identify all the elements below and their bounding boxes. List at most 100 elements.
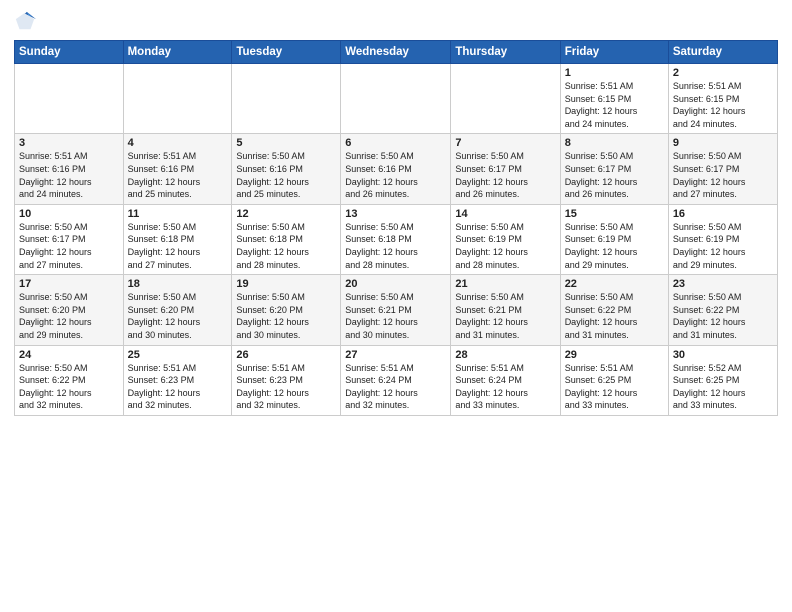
weekday-friday: Friday bbox=[560, 41, 668, 64]
day-number: 15 bbox=[565, 208, 664, 220]
day-cell bbox=[123, 64, 232, 134]
day-info: Sunrise: 5:50 AMSunset: 6:22 PMDaylight:… bbox=[565, 291, 664, 341]
day-cell: 18Sunrise: 5:50 AMSunset: 6:20 PMDayligh… bbox=[123, 275, 232, 345]
weekday-thursday: Thursday bbox=[451, 41, 560, 64]
day-number: 23 bbox=[673, 278, 773, 290]
day-number: 17 bbox=[19, 278, 119, 290]
day-cell: 12Sunrise: 5:50 AMSunset: 6:18 PMDayligh… bbox=[232, 204, 341, 274]
day-number: 29 bbox=[565, 349, 664, 361]
day-info: Sunrise: 5:50 AMSunset: 6:19 PMDaylight:… bbox=[673, 221, 773, 271]
day-cell: 7Sunrise: 5:50 AMSunset: 6:17 PMDaylight… bbox=[451, 134, 560, 204]
day-info: Sunrise: 5:50 AMSunset: 6:22 PMDaylight:… bbox=[19, 362, 119, 412]
day-number: 7 bbox=[455, 137, 555, 149]
day-cell: 23Sunrise: 5:50 AMSunset: 6:22 PMDayligh… bbox=[668, 275, 777, 345]
day-cell: 2Sunrise: 5:51 AMSunset: 6:15 PMDaylight… bbox=[668, 64, 777, 134]
day-number: 1 bbox=[565, 67, 664, 79]
logo-icon bbox=[14, 10, 36, 32]
day-number: 5 bbox=[236, 137, 336, 149]
day-cell: 8Sunrise: 5:50 AMSunset: 6:17 PMDaylight… bbox=[560, 134, 668, 204]
day-cell: 15Sunrise: 5:50 AMSunset: 6:19 PMDayligh… bbox=[560, 204, 668, 274]
weekday-tuesday: Tuesday bbox=[232, 41, 341, 64]
day-cell: 21Sunrise: 5:50 AMSunset: 6:21 PMDayligh… bbox=[451, 275, 560, 345]
week-row-1: 1Sunrise: 5:51 AMSunset: 6:15 PMDaylight… bbox=[15, 64, 778, 134]
day-info: Sunrise: 5:50 AMSunset: 6:21 PMDaylight:… bbox=[345, 291, 446, 341]
day-number: 24 bbox=[19, 349, 119, 361]
day-cell: 19Sunrise: 5:50 AMSunset: 6:20 PMDayligh… bbox=[232, 275, 341, 345]
calendar-body: 1Sunrise: 5:51 AMSunset: 6:15 PMDaylight… bbox=[15, 64, 778, 416]
day-number: 2 bbox=[673, 67, 773, 79]
day-cell: 13Sunrise: 5:50 AMSunset: 6:18 PMDayligh… bbox=[341, 204, 451, 274]
day-cell: 30Sunrise: 5:52 AMSunset: 6:25 PMDayligh… bbox=[668, 345, 777, 415]
day-cell: 29Sunrise: 5:51 AMSunset: 6:25 PMDayligh… bbox=[560, 345, 668, 415]
day-number: 27 bbox=[345, 349, 446, 361]
page: SundayMondayTuesdayWednesdayThursdayFrid… bbox=[0, 0, 792, 612]
weekday-row: SundayMondayTuesdayWednesdayThursdayFrid… bbox=[15, 41, 778, 64]
day-info: Sunrise: 5:50 AMSunset: 6:17 PMDaylight:… bbox=[565, 150, 664, 200]
day-number: 19 bbox=[236, 278, 336, 290]
day-cell: 14Sunrise: 5:50 AMSunset: 6:19 PMDayligh… bbox=[451, 204, 560, 274]
weekday-wednesday: Wednesday bbox=[341, 41, 451, 64]
day-number: 13 bbox=[345, 208, 446, 220]
day-cell: 22Sunrise: 5:50 AMSunset: 6:22 PMDayligh… bbox=[560, 275, 668, 345]
day-number: 4 bbox=[128, 137, 228, 149]
day-number: 12 bbox=[236, 208, 336, 220]
day-number: 25 bbox=[128, 349, 228, 361]
week-row-2: 3Sunrise: 5:51 AMSunset: 6:16 PMDaylight… bbox=[15, 134, 778, 204]
day-number: 9 bbox=[673, 137, 773, 149]
day-info: Sunrise: 5:51 AMSunset: 6:15 PMDaylight:… bbox=[673, 80, 773, 130]
day-number: 14 bbox=[455, 208, 555, 220]
day-info: Sunrise: 5:51 AMSunset: 6:16 PMDaylight:… bbox=[128, 150, 228, 200]
day-cell bbox=[341, 64, 451, 134]
day-cell: 1Sunrise: 5:51 AMSunset: 6:15 PMDaylight… bbox=[560, 64, 668, 134]
day-number: 28 bbox=[455, 349, 555, 361]
day-info: Sunrise: 5:50 AMSunset: 6:16 PMDaylight:… bbox=[345, 150, 446, 200]
day-number: 18 bbox=[128, 278, 228, 290]
day-info: Sunrise: 5:52 AMSunset: 6:25 PMDaylight:… bbox=[673, 362, 773, 412]
day-info: Sunrise: 5:51 AMSunset: 6:15 PMDaylight:… bbox=[565, 80, 664, 130]
week-row-5: 24Sunrise: 5:50 AMSunset: 6:22 PMDayligh… bbox=[15, 345, 778, 415]
day-number: 20 bbox=[345, 278, 446, 290]
day-cell: 24Sunrise: 5:50 AMSunset: 6:22 PMDayligh… bbox=[15, 345, 124, 415]
day-info: Sunrise: 5:50 AMSunset: 6:18 PMDaylight:… bbox=[345, 221, 446, 271]
week-row-3: 10Sunrise: 5:50 AMSunset: 6:17 PMDayligh… bbox=[15, 204, 778, 274]
day-cell: 6Sunrise: 5:50 AMSunset: 6:16 PMDaylight… bbox=[341, 134, 451, 204]
day-cell: 26Sunrise: 5:51 AMSunset: 6:23 PMDayligh… bbox=[232, 345, 341, 415]
day-cell: 17Sunrise: 5:50 AMSunset: 6:20 PMDayligh… bbox=[15, 275, 124, 345]
day-info: Sunrise: 5:51 AMSunset: 6:25 PMDaylight:… bbox=[565, 362, 664, 412]
day-number: 10 bbox=[19, 208, 119, 220]
day-info: Sunrise: 5:50 AMSunset: 6:19 PMDaylight:… bbox=[455, 221, 555, 271]
day-info: Sunrise: 5:50 AMSunset: 6:18 PMDaylight:… bbox=[128, 221, 228, 271]
header bbox=[14, 10, 778, 32]
day-info: Sunrise: 5:50 AMSunset: 6:17 PMDaylight:… bbox=[19, 221, 119, 271]
logo bbox=[14, 10, 38, 32]
day-number: 21 bbox=[455, 278, 555, 290]
week-row-4: 17Sunrise: 5:50 AMSunset: 6:20 PMDayligh… bbox=[15, 275, 778, 345]
day-info: Sunrise: 5:50 AMSunset: 6:20 PMDaylight:… bbox=[19, 291, 119, 341]
day-cell: 28Sunrise: 5:51 AMSunset: 6:24 PMDayligh… bbox=[451, 345, 560, 415]
day-number: 11 bbox=[128, 208, 228, 220]
day-number: 16 bbox=[673, 208, 773, 220]
day-number: 22 bbox=[565, 278, 664, 290]
day-info: Sunrise: 5:51 AMSunset: 6:23 PMDaylight:… bbox=[128, 362, 228, 412]
day-info: Sunrise: 5:50 AMSunset: 6:21 PMDaylight:… bbox=[455, 291, 555, 341]
day-cell: 9Sunrise: 5:50 AMSunset: 6:17 PMDaylight… bbox=[668, 134, 777, 204]
day-cell: 27Sunrise: 5:51 AMSunset: 6:24 PMDayligh… bbox=[341, 345, 451, 415]
day-cell bbox=[451, 64, 560, 134]
day-info: Sunrise: 5:51 AMSunset: 6:24 PMDaylight:… bbox=[345, 362, 446, 412]
day-number: 26 bbox=[236, 349, 336, 361]
day-cell: 16Sunrise: 5:50 AMSunset: 6:19 PMDayligh… bbox=[668, 204, 777, 274]
calendar-header: SundayMondayTuesdayWednesdayThursdayFrid… bbox=[15, 41, 778, 64]
day-cell: 20Sunrise: 5:50 AMSunset: 6:21 PMDayligh… bbox=[341, 275, 451, 345]
weekday-monday: Monday bbox=[123, 41, 232, 64]
day-number: 6 bbox=[345, 137, 446, 149]
day-cell: 5Sunrise: 5:50 AMSunset: 6:16 PMDaylight… bbox=[232, 134, 341, 204]
day-info: Sunrise: 5:51 AMSunset: 6:23 PMDaylight:… bbox=[236, 362, 336, 412]
day-number: 3 bbox=[19, 137, 119, 149]
day-info: Sunrise: 5:50 AMSunset: 6:19 PMDaylight:… bbox=[565, 221, 664, 271]
day-info: Sunrise: 5:50 AMSunset: 6:20 PMDaylight:… bbox=[236, 291, 336, 341]
day-number: 30 bbox=[673, 349, 773, 361]
day-info: Sunrise: 5:51 AMSunset: 6:24 PMDaylight:… bbox=[455, 362, 555, 412]
day-cell bbox=[15, 64, 124, 134]
day-info: Sunrise: 5:51 AMSunset: 6:16 PMDaylight:… bbox=[19, 150, 119, 200]
day-cell: 4Sunrise: 5:51 AMSunset: 6:16 PMDaylight… bbox=[123, 134, 232, 204]
